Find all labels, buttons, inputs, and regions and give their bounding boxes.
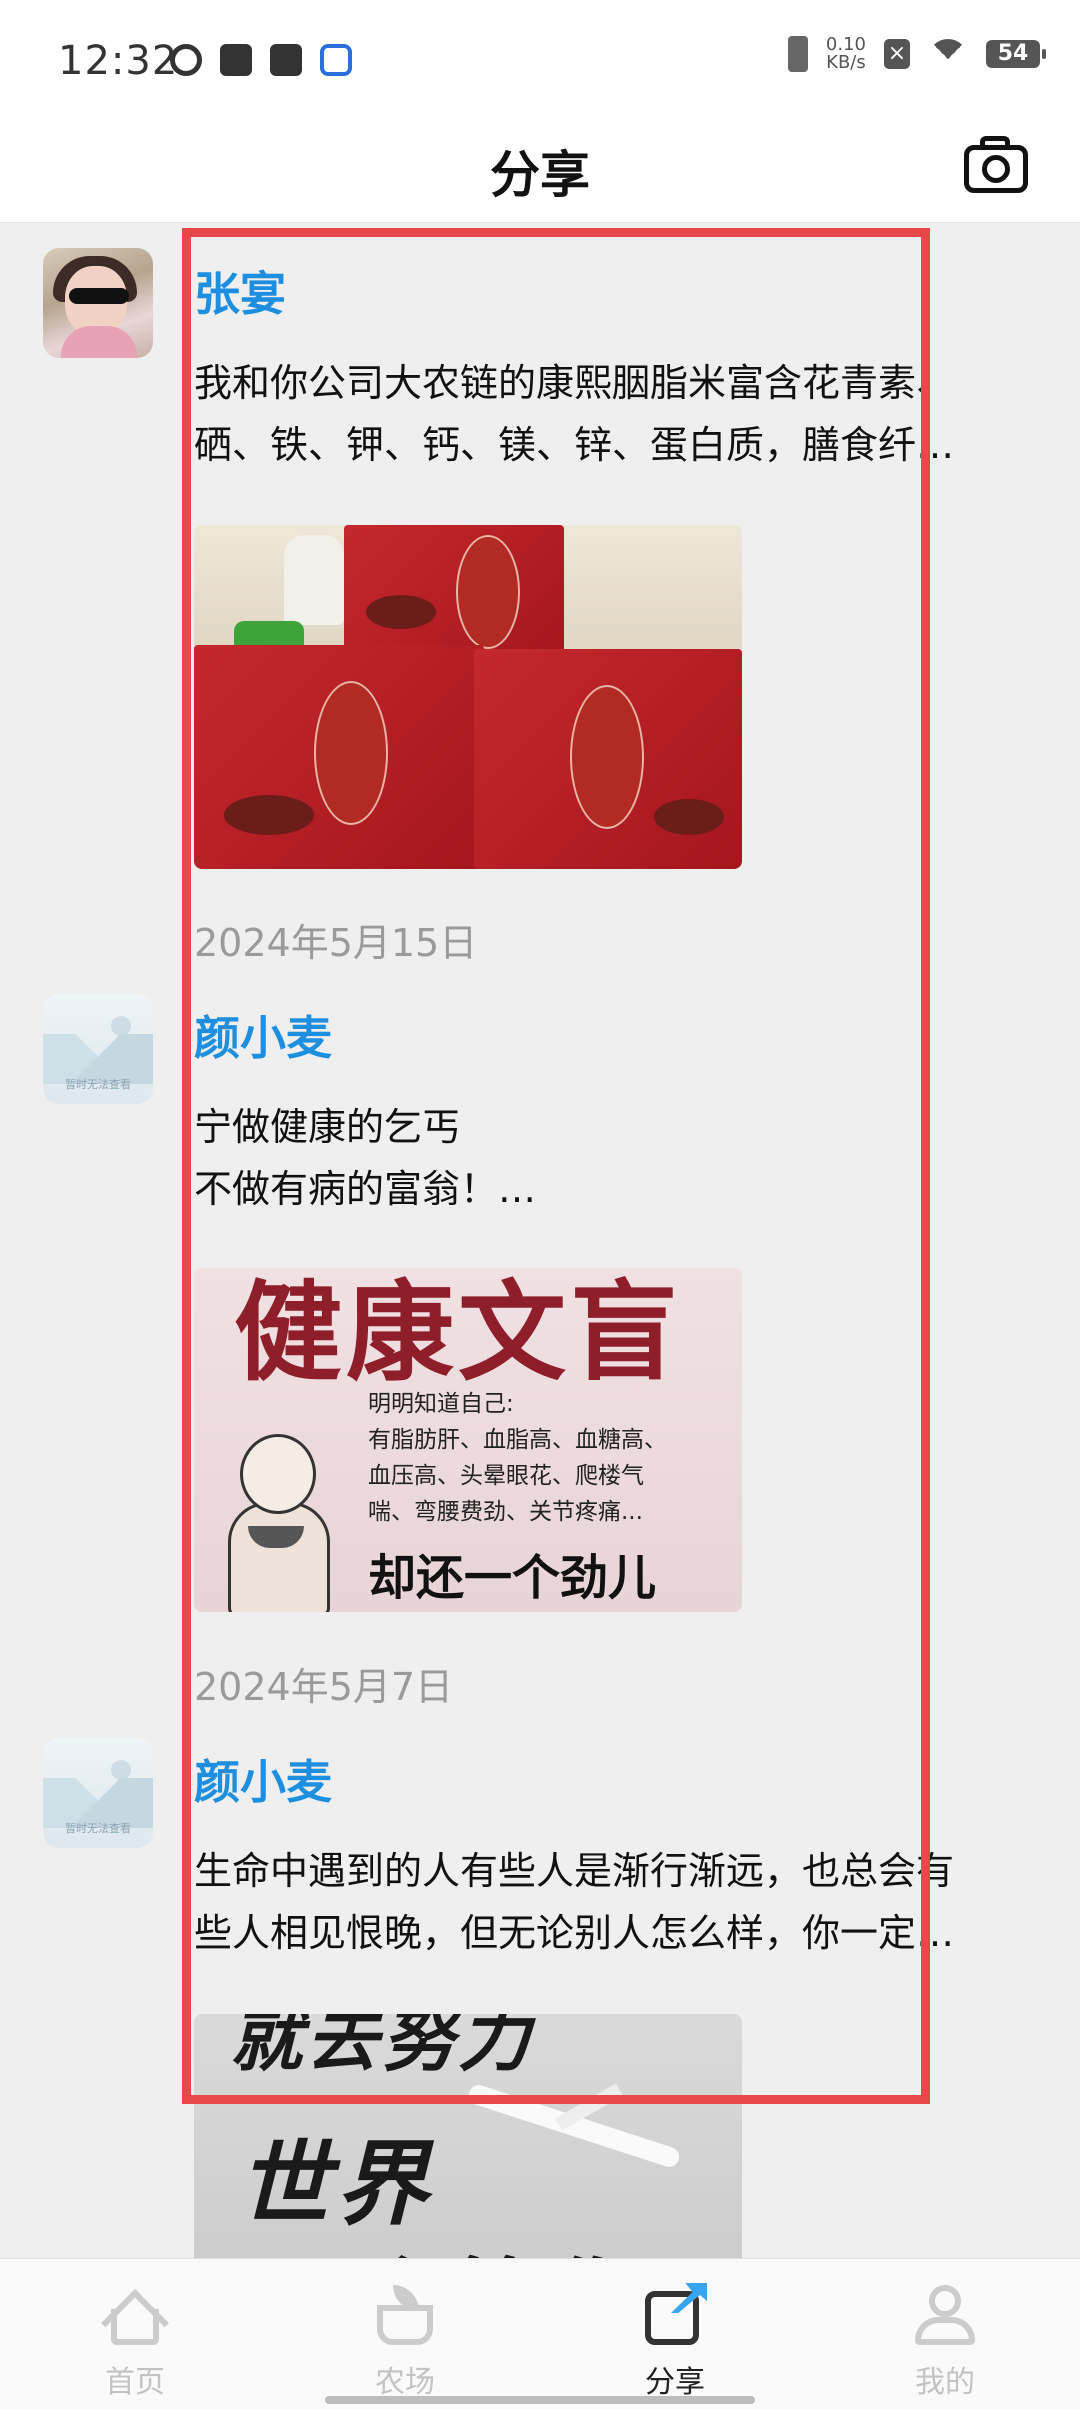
network-speed: 0.10 KB/s	[826, 36, 866, 72]
status-time: 12:32	[58, 38, 179, 84]
system-icons: 0.10 KB/s × 54	[787, 36, 1046, 72]
post-image[interactable]: 就去努力 世界 不会等你	[194, 2014, 742, 2258]
avatar-caption: 暂时无法查看	[65, 1078, 131, 1091]
airplane-illustration	[464, 2082, 684, 2170]
avatar-caption: 暂时无法查看	[65, 1822, 131, 1835]
home-icon	[101, 2283, 169, 2345]
cartoon-man-illustration	[218, 1434, 336, 1612]
home-indicator[interactable]	[325, 2396, 755, 2404]
tab-farm[interactable]: 农场	[270, 2259, 540, 2409]
message-notification-icon	[220, 44, 252, 76]
camera-lens-icon	[982, 155, 1010, 183]
post-username[interactable]: 张宴	[194, 258, 286, 324]
camera-button[interactable]	[962, 133, 1034, 197]
app-notification-icon	[170, 44, 202, 76]
post-content-line: 硒、铁、钾、钙、镁、锌、蛋白质，膳食纤…	[194, 423, 955, 467]
vibrate-icon	[787, 36, 808, 72]
page-header: 分享	[0, 125, 1080, 223]
tiktok-notification-icon	[270, 44, 302, 76]
post-content-line: 不做有病的富翁！…	[194, 1167, 537, 1211]
post-content-line: 些人相见恨晚，但无论别人怎么样，你一定…	[194, 1911, 955, 1955]
image-headline: 健康文盲	[234, 1271, 683, 1396]
image-text-line: 世界	[238, 2131, 435, 2238]
post-content-line: 宁做健康的乞丐	[194, 1105, 461, 1149]
tab-home[interactable]: 首页	[0, 2259, 270, 2409]
tab-label: 分享	[645, 2365, 705, 2400]
tab-label: 首页	[105, 2365, 165, 2400]
user-avatar[interactable]: 暂时无法查看	[43, 994, 153, 1104]
image-footer-text: 却还一个劲儿	[368, 1550, 657, 1606]
post-image[interactable]	[194, 525, 742, 869]
post-username[interactable]: 颜小麦	[194, 1746, 332, 1812]
user-avatar[interactable]: 暂时无法查看	[43, 1738, 153, 1848]
post-image[interactable]: 健康文盲 明明知道自己: 有脂肪肝、血脂高、血糖高、 血压高、头晕眼花、爬楼气 …	[194, 1268, 742, 1612]
post-content-line: 我和你公司大农链的康熙胭脂米富含花青素、	[194, 361, 955, 405]
bank-notification-icon	[320, 44, 352, 76]
post-content[interactable]: 宁做健康的乞丐 不做有病的富翁！…	[194, 1096, 1044, 1220]
image-body-text: 明明知道自己: 有脂肪肝、血脂高、血糖高、 血压高、头晕眼花、爬楼气 喘、弯腰费…	[368, 1391, 667, 1525]
post-date: 2024年5月7日	[194, 1665, 454, 1709]
share-feed[interactable]: 张宴 我和你公司大农链的康熙胭脂米富含花青素、 硒、铁、钾、钙、镁、锌、蛋白质，…	[0, 222, 1080, 2258]
share-icon	[641, 2283, 709, 2345]
bottom-tab-bar: 首页 农场 分享 我的	[0, 2258, 1080, 2409]
post-content-line: 生命中遇到的人有些人是渐行渐远，也总会有	[194, 1849, 955, 1893]
farm-icon	[371, 2283, 439, 2345]
battery-icon: 54	[986, 40, 1046, 68]
image-text-line: 就去努力	[230, 2014, 535, 2081]
tab-share[interactable]: 分享	[540, 2259, 810, 2409]
tab-label: 农场	[375, 2365, 435, 2400]
wifi-icon	[928, 39, 968, 69]
post-content[interactable]: 生命中遇到的人有些人是渐行渐远，也总会有 些人相见恨晚，但无论别人怎么样，你一定…	[194, 1840, 1044, 1964]
status-bar: 12:32 0.10 KB/s × 54	[0, 0, 1080, 125]
post-content[interactable]: 我和你公司大农链的康熙胭脂米富含花青素、 硒、铁、钾、钙、镁、锌、蛋白质，膳食纤…	[194, 352, 1044, 476]
post-date: 2024年5月15日	[194, 921, 478, 965]
profile-icon	[911, 2283, 979, 2345]
post-username[interactable]: 颜小麦	[194, 1002, 332, 1068]
tab-label: 我的	[915, 2365, 975, 2400]
image-text-line: 不会等你	[238, 2228, 630, 2258]
tab-profile[interactable]: 我的	[810, 2259, 1080, 2409]
user-avatar[interactable]	[43, 248, 153, 358]
notification-icons	[170, 44, 352, 76]
network-speed-unit: KB/s	[826, 52, 866, 73]
no-sim-icon: ×	[884, 39, 910, 69]
page-title: 分享	[490, 146, 590, 204]
